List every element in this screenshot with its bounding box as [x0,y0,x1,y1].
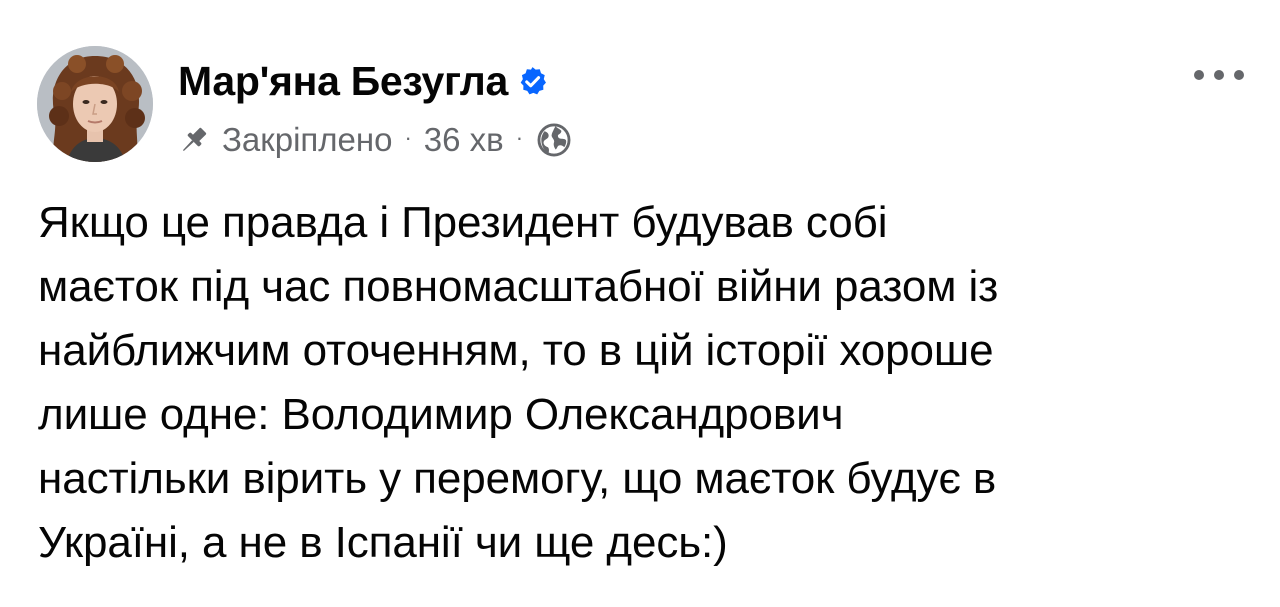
meta-separator: · [515,125,524,150]
post-text-line: лише одне: Володимир Олександрович [38,390,844,439]
author-row: Мар'яна Безугла [178,56,573,106]
meta-separator: · [404,125,412,150]
post-header: Мар'яна Безугла Закріплено · 36 хв · [178,56,573,160]
more-options-button[interactable] [1194,60,1244,90]
verified-badge-icon [520,66,546,94]
post-meta: Закріплено · 36 хв · [178,120,573,160]
globe-icon[interactable] [535,121,573,159]
post-text-line: маєток під час повномасштабної війни раз… [38,262,999,311]
post-text-line: Україні, а не в Іспанії чи ще десь:) [38,518,728,567]
pinned-label: Закріплено [222,121,393,158]
pin-icon [182,127,207,152]
avatar-image [37,46,153,162]
post-text-line: настільки вірить у перемогу, що маєток б… [38,454,997,503]
post-timestamp[interactable]: 36 хв [424,121,504,159]
more-options-icon [1234,70,1244,80]
more-options-icon [1214,70,1224,80]
facebook-post: Мар'яна Безугла Закріплено · 36 хв · Якщ… [0,0,1280,607]
author-avatar[interactable] [37,46,153,162]
post-text-line: найближчим оточенням, то в цій історії х… [38,326,994,375]
more-options-icon [1194,70,1204,80]
post-text-line: Якщо це правда і Президент будував собі [38,198,888,247]
post-text: Якщо це правда і Президент будував собі … [38,191,1248,575]
author-name[interactable]: Мар'яна Безугла [178,58,508,105]
